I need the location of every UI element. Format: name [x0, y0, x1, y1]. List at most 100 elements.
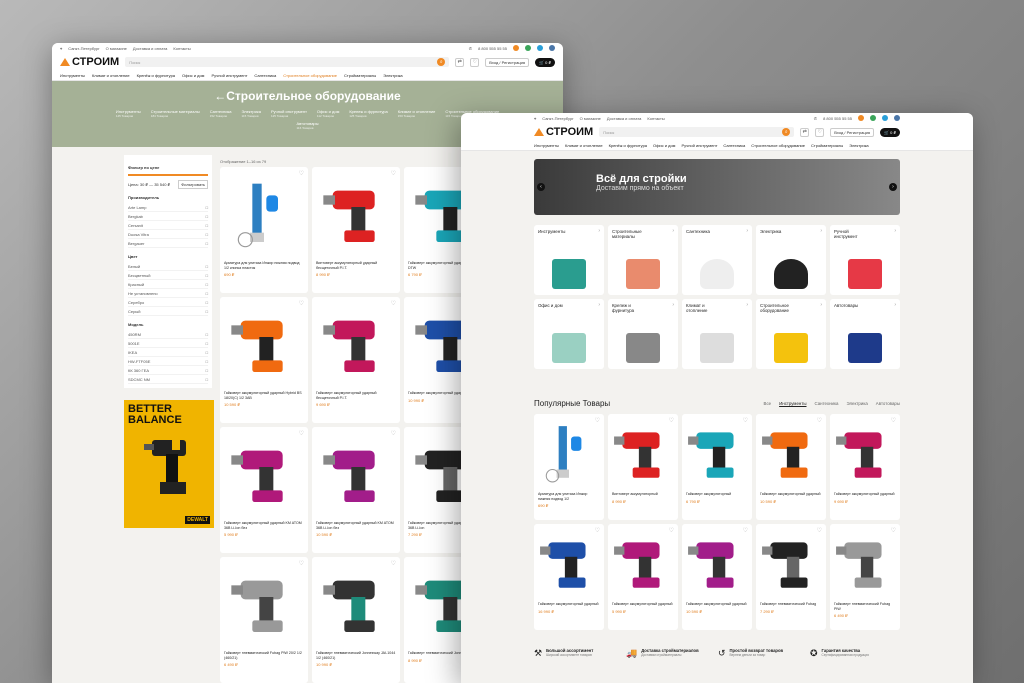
login-button[interactable]: Вход / Регистрация — [830, 127, 875, 137]
nav-item[interactable]: Ручной инструмент — [681, 143, 717, 148]
product-name[interactable]: Гайковерт пневматический Fubag — [760, 602, 822, 607]
logo[interactable]: СТРОИМ — [534, 126, 593, 138]
nav-item[interactable]: Стройматериалы — [811, 143, 843, 148]
favorite-heart-icon[interactable]: ♡ — [743, 417, 748, 424]
top-link[interactable]: О магазине — [106, 46, 127, 51]
product-name[interactable]: Гайковерт аккумуляторный ударный Hybrid … — [224, 391, 304, 400]
filter-brand-item[interactable]: Bergkab □ — [128, 212, 208, 221]
favorite-heart-icon[interactable]: ♡ — [743, 527, 748, 534]
favorite-heart-icon[interactable]: ♡ — [669, 527, 674, 534]
top-link[interactable]: Контакты — [173, 46, 190, 51]
filter-brand-item-checkbox[interactable]: □ — [206, 223, 208, 228]
product-image[interactable] — [224, 561, 304, 647]
nav-item[interactable]: Крепёж и фурнитура — [609, 143, 647, 148]
product-image[interactable] — [316, 171, 396, 257]
whatsapp-icon[interactable] — [870, 115, 876, 121]
search-icon[interactable]: ⌕ — [782, 128, 791, 136]
product-name[interactable]: Гайковерт аккумуляторный ударный — [760, 492, 822, 497]
nav-item[interactable]: Инструменты — [60, 73, 85, 78]
filter-color-item[interactable]: Белый □ — [128, 262, 208, 271]
favorite-heart-icon[interactable]: ♡ — [299, 430, 304, 437]
nav-item[interactable]: Строительное оборудование — [751, 143, 805, 148]
social-icon[interactable] — [513, 45, 519, 51]
favorite-heart-icon[interactable]: ♡ — [891, 417, 896, 424]
product-card[interactable]: ♡ Гайковерт аккумуляторный ударный бесщет… — [312, 297, 400, 423]
product-card[interactable]: ♡ Гайковерт аккумуляторный 6 790 ₽ — [682, 414, 752, 520]
favorite-heart-icon[interactable]: ♡ — [299, 170, 304, 177]
favorite-heart-icon[interactable]: ♡ — [391, 560, 396, 567]
product-image[interactable] — [834, 528, 896, 598]
subcategory-link[interactable]: Инструменты 145 Товаров — [116, 109, 141, 118]
city-link[interactable]: Санкт-Петербург — [68, 46, 99, 51]
product-image[interactable] — [224, 171, 304, 257]
product-name[interactable]: Гайковерт пневматический Fubag PIW 20/2 … — [224, 651, 304, 660]
nav-item[interactable]: Офис и дом — [653, 143, 675, 148]
product-name[interactable]: Гайковерт аккумуляторный ударный — [834, 492, 896, 497]
product-card[interactable]: ♡ Гайковерт пневматический Fubag PIW 20/2… — [220, 557, 308, 683]
tab-1[interactable]: Инструменты — [779, 401, 806, 406]
product-image[interactable] — [686, 528, 748, 598]
product-image[interactable] — [224, 431, 304, 517]
filter-color-item-checkbox[interactable]: □ — [206, 282, 208, 287]
filter-color-item[interactable]: Не установлено □ — [128, 289, 208, 298]
product-image[interactable] — [686, 418, 748, 488]
hero-banner[interactable]: Всё для стройки Доставим прямо на объект… — [534, 159, 900, 215]
search-input[interactable]: Поиск ⌕ — [125, 57, 450, 67]
filter-brand-item-checkbox[interactable]: □ — [206, 232, 208, 237]
filter-brand-item-checkbox[interactable]: □ — [206, 241, 208, 246]
product-card[interactable]: ♡ Гайковерт аккумуляторный ударный KM ATO… — [312, 427, 400, 553]
favorite-heart-icon[interactable]: ♡ — [391, 430, 396, 437]
product-name[interactable]: Винтоверт аккумуляторный ударный бесщето… — [316, 261, 396, 270]
product-image[interactable] — [538, 528, 600, 598]
subcategory-link[interactable]: Строительные материалы 184 Товаров — [151, 109, 200, 118]
product-card[interactable]: ♡ Гайковерт аккумуляторный ударный 10 590 … — [756, 414, 826, 520]
product-name[interactable]: Гайковерт аккумуляторный ударный — [612, 602, 674, 607]
category-tile[interactable]: Электрика › — [756, 225, 826, 295]
telegram-icon[interactable] — [882, 115, 888, 121]
subcategory-link[interactable]: Ручной инструмент 125 Товаров — [271, 109, 307, 118]
top-link[interactable]: Доставка и оплата — [133, 46, 168, 51]
top-link[interactable]: Контакты — [647, 116, 664, 121]
product-image[interactable] — [538, 418, 600, 488]
product-name[interactable]: Гайковерт аккумуляторный ударный — [686, 602, 748, 607]
product-image[interactable] — [612, 418, 674, 488]
cart-button[interactable]: 🛒 0 ₽ — [535, 57, 555, 67]
product-card[interactable]: ♡ Гайковерт пневматический Fubag PIW 6 490… — [830, 524, 900, 630]
favorite-heart-icon[interactable]: ♡ — [299, 300, 304, 307]
prev-arrow-icon[interactable]: ‹ — [537, 183, 545, 191]
nav-item[interactable]: Ручной инструмент — [211, 73, 247, 78]
category-tile[interactable]: Сантехника › — [682, 225, 752, 295]
filter-color-item-checkbox[interactable]: □ — [206, 273, 208, 278]
filter-brand-item[interactable]: Duosa Vitra □ — [128, 230, 208, 239]
filter-brand-item-checkbox[interactable]: □ — [206, 205, 208, 210]
heart-icon[interactable]: ♡ — [470, 57, 480, 67]
product-card[interactable]: ♡ Гайковерт пневматический Jonnesway JAI-… — [312, 557, 400, 683]
product-image[interactable] — [834, 418, 896, 488]
product-image[interactable] — [760, 418, 822, 488]
promo-banner[interactable]: BETTER BALANCE DEWALT — [124, 400, 214, 528]
search-input[interactable]: Поиск ⌕ — [599, 127, 795, 137]
filter-model-item-checkbox[interactable]: □ — [206, 368, 208, 373]
filter-model-item-checkbox[interactable]: □ — [206, 377, 208, 382]
filter-color-item[interactable]: Серый □ — [128, 307, 208, 316]
product-image[interactable] — [316, 301, 396, 387]
product-name[interactable]: Гайковерт аккумуляторный ударный KM ATOM… — [316, 521, 396, 530]
product-card[interactable]: ♡ Гайковерт аккумуляторный ударный 16 990 … — [534, 524, 604, 630]
product-card[interactable]: ♡ Гайковерт аккумуляторный ударный 5 990 ₽ — [608, 524, 678, 630]
vk-icon[interactable] — [549, 45, 555, 51]
whatsapp-icon[interactable] — [525, 45, 531, 51]
phone-number[interactable]: 8 800 555 55 55 — [823, 116, 852, 121]
filter-model-item[interactable]: SDCMC NM □ — [128, 375, 208, 384]
filter-brand-item[interactable]: Bergauer □ — [128, 239, 208, 248]
subcategory-link[interactable]: Автотовары 116 Товаров — [296, 121, 318, 130]
product-name[interactable]: Гайковерт пневматический Fubag PIW — [834, 602, 896, 611]
subcategory-link[interactable]: Электрика 115 Товаров — [242, 109, 261, 118]
favorite-heart-icon[interactable]: ♡ — [595, 527, 600, 534]
product-name[interactable]: Арматура для унитаза Инжир нижняя подвод… — [538, 492, 600, 501]
nav-item[interactable]: Инструменты — [534, 143, 559, 148]
product-card[interactable]: ♡ Винтоверт аккумуляторный 8 990 ₽ — [608, 414, 678, 520]
product-card[interactable]: ♡ Арматура для унитаза Инжир нижняя подво… — [534, 414, 604, 520]
product-name[interactable]: Гайковерт аккумуляторный ударный — [538, 602, 600, 607]
filter-button[interactable]: Фильтровать — [178, 180, 208, 189]
favorite-heart-icon[interactable]: ♡ — [817, 417, 822, 424]
